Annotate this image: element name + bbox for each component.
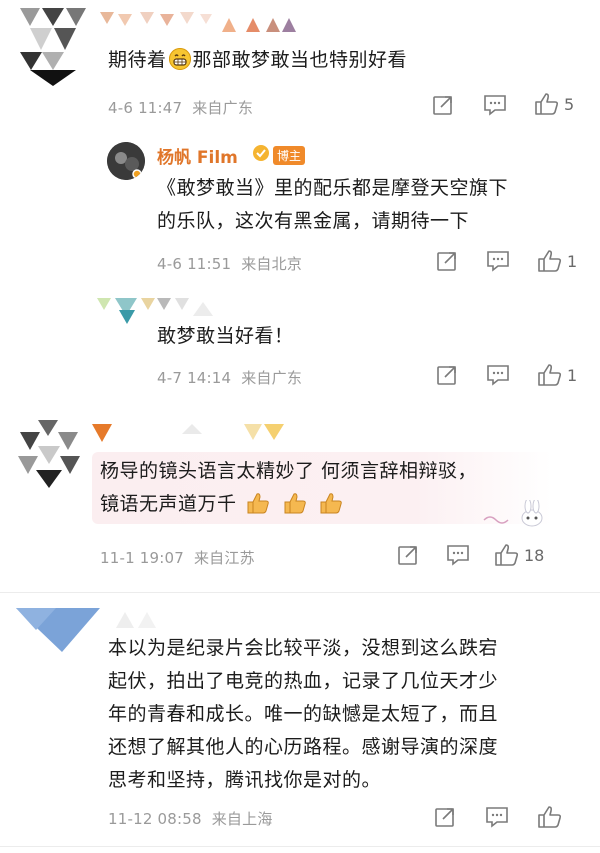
- avatar[interactable]: [18, 420, 80, 492]
- grin-emoji-icon: [168, 48, 191, 70]
- comment-meta: 4-6 11:51 来自北京: [157, 255, 303, 273]
- like-button[interactable]: 18: [494, 543, 544, 567]
- comment-text: 《敢梦敢当》里的配乐都是摩登天空旗下 的乐队，这次有黑金属，请期待一下: [157, 177, 509, 232]
- share-button[interactable]: [436, 364, 458, 386]
- comment-icon: [487, 365, 509, 386]
- blogger-badge: 博主: [273, 146, 306, 165]
- like-button[interactable]: [537, 805, 567, 829]
- bunny-sticker-icon: [480, 498, 550, 534]
- thumbs-up-icon: [538, 250, 562, 272]
- comment-text: 敢梦敢当好看！: [157, 325, 294, 347]
- comment-meta: 11-12 08:58 来自上海: [108, 810, 273, 828]
- share-button[interactable]: [436, 250, 458, 272]
- comment-icon: [487, 251, 509, 272]
- avatar[interactable]: [20, 8, 86, 86]
- username-redacted[interactable]: [100, 10, 300, 36]
- comment-text: 期待着 那部敢梦敢当也特别好看: [108, 48, 408, 71]
- comment-icon: [484, 95, 506, 116]
- comment-meta: 4-7 14:14 来自广东: [157, 369, 303, 387]
- thumbs-up-icon: [538, 806, 562, 828]
- like-count: 5: [564, 94, 575, 114]
- username-redacted[interactable]: [112, 608, 172, 632]
- avatar[interactable]: [16, 608, 100, 652]
- like-count: 1: [567, 251, 578, 271]
- comment-meta: 4-6 11:47 来自广东: [108, 99, 254, 117]
- comment-icon: [486, 807, 508, 828]
- share-button[interactable]: [397, 544, 419, 566]
- share-button[interactable]: [434, 806, 456, 828]
- comment-button[interactable]: [446, 544, 470, 566]
- share-icon: [437, 366, 456, 385]
- thumbs-up-icon: [535, 93, 559, 115]
- comment-button[interactable]: [483, 94, 507, 116]
- share-icon: [433, 96, 452, 115]
- thumbs-up-emoji-icon: [318, 491, 344, 515]
- share-button[interactable]: [432, 94, 454, 116]
- comment-button[interactable]: [486, 250, 510, 272]
- share-icon: [398, 546, 417, 565]
- like-count: 1: [567, 365, 578, 385]
- comment-text: 杨导的镜头语言太精妙了 何须言辞相辩驳， 镜语无声道万千: [100, 460, 478, 515]
- thumbs-up-icon: [495, 544, 519, 566]
- like-button[interactable]: 1: [537, 363, 577, 387]
- comment-meta: 11-1 19:07 来自江苏: [100, 549, 255, 567]
- blogger-username[interactable]: 杨帆 Film: [157, 143, 238, 168]
- blogger-avatar[interactable]: [107, 142, 145, 180]
- divider: [0, 592, 600, 593]
- comment-icon: [447, 545, 469, 566]
- comment-text: 本以为是纪录片会比较平淡，没想到这么跌宕 起伏，拍出了电竞的热血，记录了几位天才…: [108, 637, 499, 791]
- share-icon: [437, 252, 456, 271]
- thumbs-up-icon: [538, 364, 562, 386]
- comment-button[interactable]: [486, 364, 510, 386]
- like-button[interactable]: 5: [534, 92, 574, 116]
- thumbs-up-emoji-icon: [245, 491, 271, 515]
- divider: [0, 846, 600, 847]
- like-button[interactable]: 1: [537, 249, 577, 273]
- comment-button[interactable]: [485, 806, 509, 828]
- thumbs-up-emoji-icon: [282, 491, 308, 515]
- share-icon: [435, 808, 454, 827]
- like-count: 18: [524, 545, 545, 565]
- username-redacted[interactable]: [92, 422, 302, 446]
- verified-badge-icon: [250, 144, 272, 166]
